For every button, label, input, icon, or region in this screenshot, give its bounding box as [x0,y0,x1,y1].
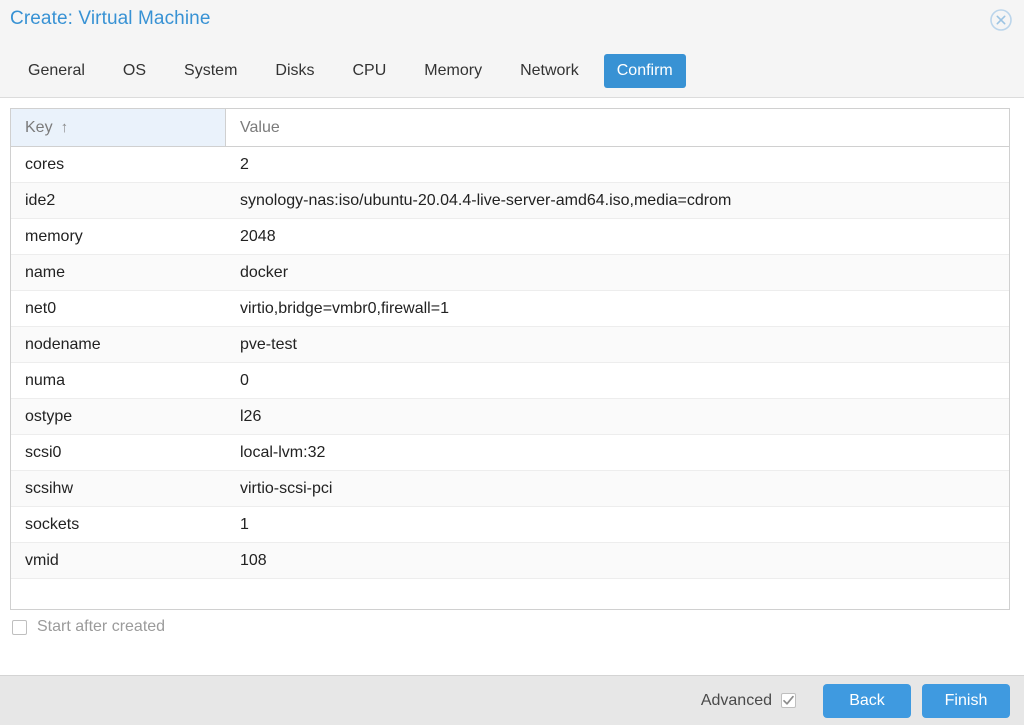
start-after-created-label: Start after created [37,618,166,635]
cell-key: name [25,263,66,281]
tab-os[interactable]: OS [110,54,159,87]
table-empty-filler [11,579,1009,609]
table-row[interactable]: net0 virtio,bridge=vmbr0,firewall=1 [11,291,1009,327]
table-header-row: Key ↑ Value [11,109,1009,147]
table-row[interactable]: memory 2048 [11,219,1009,255]
wizard-tab-bar: General OS System Disks CPU Memory Netwo… [0,45,1024,98]
cell-value: virtio,bridge=vmbr0,firewall=1 [240,299,449,317]
cell-value: local-lvm:32 [240,443,326,461]
tab-cpu[interactable]: CPU [340,54,400,87]
cell-value: 108 [240,551,267,569]
cell-key: memory [25,227,83,245]
close-circle-icon[interactable] [989,8,1013,32]
tab-general[interactable]: General [15,54,98,87]
table-row[interactable]: scsi0 local-lvm:32 [11,435,1009,471]
cell-value: l26 [240,407,262,425]
cell-key: scsi0 [25,443,62,461]
tab-disks[interactable]: Disks [262,54,327,87]
tab-network[interactable]: Network [507,54,592,87]
cell-key: ide2 [25,191,56,209]
table-row[interactable]: name docker [11,255,1009,291]
table-row[interactable]: cores 2 [11,147,1009,183]
checkbox-box-checked [781,693,796,708]
sort-ascending-icon: ↑ [60,119,69,136]
advanced-checkbox[interactable]: Advanced [701,692,796,710]
cell-value: 0 [240,371,249,389]
back-button[interactable]: Back [823,683,911,718]
cell-value: docker [240,263,289,281]
cell-key: sockets [25,515,80,533]
cell-key: cores [25,155,65,173]
cell-value: virtio-scsi-pci [240,479,333,497]
advanced-label: Advanced [700,691,772,709]
table-body: cores 2 ide2 synology-nas:iso/ubuntu-20.… [11,147,1009,579]
cell-value: 2048 [240,227,276,245]
start-after-created-checkbox[interactable]: Start after created [12,618,165,636]
tab-memory[interactable]: Memory [411,54,495,87]
cell-key: nodename [25,335,101,353]
dialog-header: Create: Virtual Machine [0,0,1024,45]
cell-key: ostype [25,407,73,425]
table-row[interactable]: vmid 108 [11,543,1009,579]
cell-key: numa [25,371,66,389]
table-row[interactable]: sockets 1 [11,507,1009,543]
table-row[interactable]: ostype l26 [11,399,1009,435]
vm-settings-table: Key ↑ Value cores 2 ide2 synology-nas:is… [10,108,1010,610]
cell-value: 1 [240,515,249,533]
finish-button[interactable]: Finish [922,683,1010,718]
tab-system[interactable]: System [171,54,250,87]
tab-confirm[interactable]: Confirm [603,54,686,88]
table-row[interactable]: scsihw virtio-scsi-pci [11,471,1009,507]
checkbox-box-unchecked [12,619,27,635]
cell-key: scsihw [25,479,74,497]
cell-key: net0 [25,299,57,317]
column-header-key-label: Key [25,118,53,136]
table-row[interactable]: numa 0 [11,363,1009,399]
cell-value: synology-nas:iso/ubuntu-20.04.4-live-ser… [240,191,732,209]
column-header-key[interactable]: Key ↑ [11,109,226,146]
cell-key: vmid [25,551,59,569]
table-row[interactable]: ide2 synology-nas:iso/ubuntu-20.04.4-liv… [11,183,1009,219]
cell-value: pve-test [240,335,297,353]
dialog-body: Key ↑ Value cores 2 ide2 synology-nas:is… [0,98,1024,675]
column-header-value-label: Value [240,118,280,136]
column-header-value[interactable]: Value [226,109,1009,146]
cell-value: 2 [240,155,249,173]
table-row[interactable]: nodename pve-test [11,327,1009,363]
create-vm-dialog: Create: Virtual Machine General OS Syste… [0,0,1024,725]
page-title: Create: Virtual Machine [10,8,211,29]
dialog-footer: Advanced Back Finish [0,675,1024,725]
